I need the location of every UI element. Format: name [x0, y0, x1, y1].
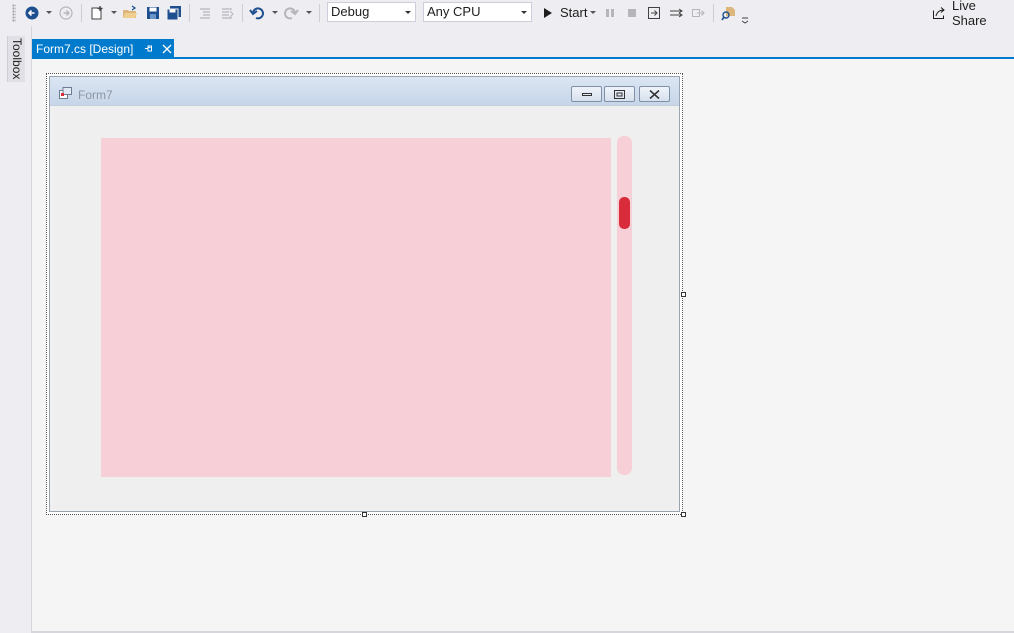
save-all-button[interactable] — [165, 3, 183, 23]
chevron-down-icon — [405, 11, 411, 14]
redo-dropdown-caret[interactable] — [306, 11, 312, 14]
live-share-icon — [933, 7, 945, 19]
step-into-icon — [648, 7, 660, 19]
close-icon[interactable] — [162, 44, 172, 54]
minimize-icon — [581, 93, 592, 96]
main-toolbar: Debug Any CPU Start Live Share — [0, 0, 1014, 28]
play-icon — [544, 8, 552, 18]
scrollbar-thumb[interactable] — [619, 197, 630, 229]
live-share-label: Live Share — [951, 0, 987, 28]
form-window-frame: Form7 — [49, 76, 680, 512]
step-out-icon — [692, 9, 705, 17]
uncomment-lines-button[interactable] — [218, 3, 236, 23]
back-dropdown-caret[interactable] — [46, 11, 52, 14]
break-all-button[interactable] — [603, 3, 617, 23]
redo-button[interactable] — [282, 3, 300, 23]
save-button[interactable] — [144, 3, 162, 23]
solution-platform-select[interactable]: Any CPU — [423, 2, 532, 22]
form-title: Form7 — [78, 88, 113, 102]
tab-form7-design[interactable]: Form7.cs [Design] — [32, 39, 174, 58]
find-in-files-button[interactable] — [720, 3, 738, 23]
resize-handle-bottom-right[interactable] — [681, 512, 686, 517]
maximize-button[interactable] — [604, 86, 635, 102]
redo-icon — [284, 7, 299, 20]
toolbar-overflow-button[interactable] — [740, 8, 750, 28]
step-over-button[interactable] — [668, 3, 684, 23]
step-into-button[interactable] — [646, 3, 662, 23]
undo-icon — [249, 7, 264, 20]
step-over-icon — [670, 8, 683, 18]
close-icon — [649, 89, 660, 99]
start-dropdown-caret[interactable] — [590, 11, 596, 14]
toolbox-label[interactable]: Toolbox — [10, 38, 24, 79]
start-label[interactable]: Start — [560, 5, 587, 20]
new-project-button[interactable] — [88, 3, 106, 23]
undo-button[interactable] — [248, 3, 266, 23]
comment-lines-button[interactable] — [196, 3, 214, 23]
solution-configuration-value: Debug — [331, 4, 370, 19]
overflow-chevron-icon — [741, 17, 749, 24]
new-project-icon — [91, 6, 103, 20]
solution-configuration-select[interactable]: Debug — [327, 2, 416, 22]
toolbox-strip — [0, 26, 32, 633]
open-file-button[interactable] — [121, 3, 139, 23]
stop-icon — [628, 9, 636, 17]
forward-arrow-icon — [59, 6, 73, 20]
comment-lines-icon — [200, 8, 210, 19]
pink-panel[interactable] — [101, 138, 611, 477]
save-icon — [147, 7, 159, 19]
form-client-area[interactable] — [53, 106, 676, 508]
pin-icon[interactable] — [143, 44, 153, 54]
start-button[interactable] — [541, 3, 555, 23]
step-out-button[interactable] — [690, 3, 706, 23]
resize-handle-right[interactable] — [681, 292, 686, 297]
back-arrow-icon — [25, 6, 39, 20]
new-project-dropdown-caret[interactable] — [111, 11, 117, 14]
uncomment-lines-icon — [222, 8, 234, 19]
minimize-button[interactable] — [571, 86, 602, 102]
form-design-surface[interactable]: Form7 — [46, 73, 683, 515]
navigate-back-button[interactable] — [24, 3, 40, 23]
form-title-bar: Form7 — [50, 77, 679, 106]
resize-handle-bottom[interactable] — [362, 512, 367, 517]
find-in-files-icon — [721, 7, 735, 21]
live-share-button[interactable]: Live Share — [932, 0, 1014, 28]
tab-label: Form7.cs [Design] — [36, 41, 134, 56]
stop-debugging-button[interactable] — [625, 3, 639, 23]
maximize-icon — [614, 89, 625, 99]
chevron-down-icon — [521, 11, 527, 14]
pause-icon — [606, 9, 614, 17]
close-button[interactable] — [639, 86, 670, 102]
save-all-icon — [166, 6, 181, 21]
undo-dropdown-caret[interactable] — [272, 11, 278, 14]
form-app-icon — [59, 87, 72, 99]
vertical-scrollbar[interactable] — [617, 136, 632, 475]
solution-platform-value: Any CPU — [427, 4, 481, 19]
open-folder-icon — [123, 5, 137, 18]
toolbar-grip[interactable] — [12, 4, 16, 22]
navigate-forward-button[interactable] — [58, 3, 74, 23]
